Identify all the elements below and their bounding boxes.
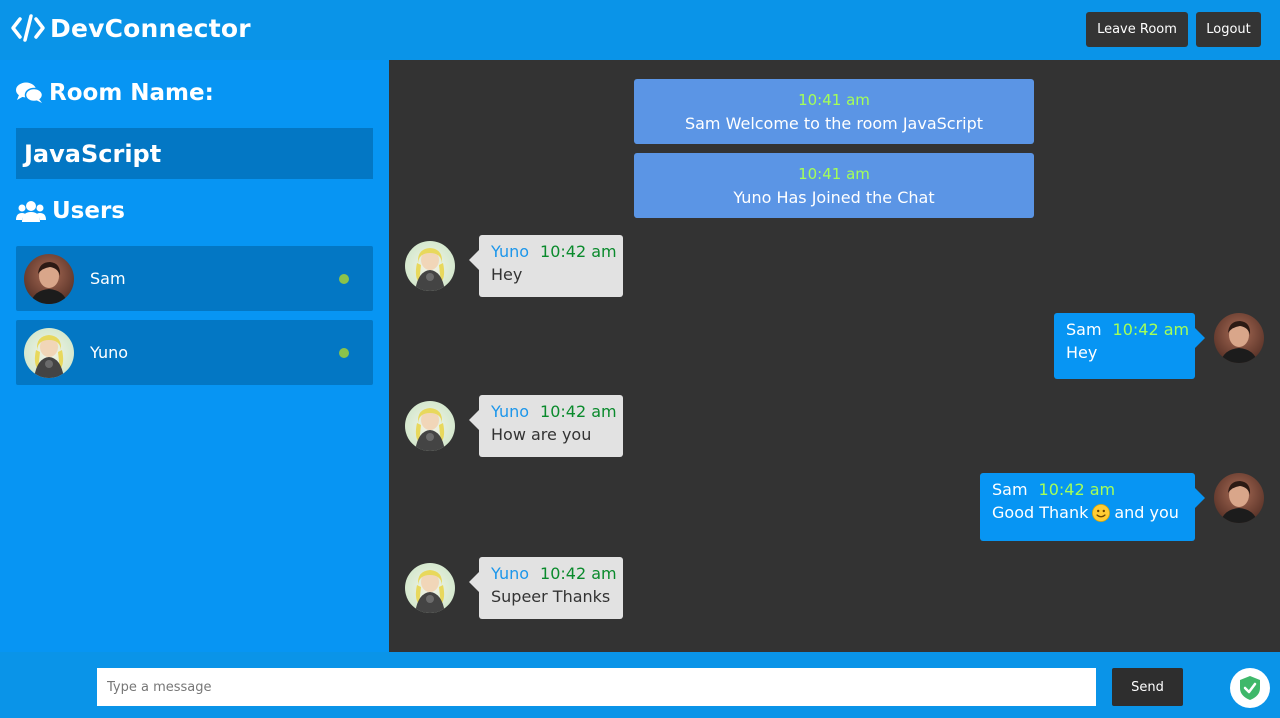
- top-navbar: DevConnector Leave Room Logout: [0, 0, 1280, 60]
- users-icon: [16, 201, 46, 222]
- app-title: DevConnector: [50, 13, 251, 43]
- message-text: Good Thank and you: [992, 503, 1183, 522]
- system-message: 10:41 am Sam Welcome to the room JavaScr…: [634, 79, 1034, 144]
- incoming-message: Yuno 10:42 am How are you: [469, 395, 623, 457]
- smiley-emoji-icon: [1092, 503, 1111, 522]
- leave-room-button[interactable]: Leave Room: [1086, 12, 1188, 47]
- message-sender: Sam: [992, 480, 1028, 499]
- room-sidebar: Room Name: JavaScript Users Sam Yuno: [0, 60, 389, 652]
- message-text: Hey: [1066, 343, 1098, 362]
- outgoing-message: Sam 10:42 am Good Thank and you: [980, 473, 1205, 541]
- shield-check-icon[interactable]: [1230, 668, 1270, 708]
- logout-button[interactable]: Logout: [1196, 12, 1261, 47]
- message-time: 10:42 am: [540, 402, 617, 421]
- users-heading-label: Users: [52, 198, 125, 224]
- user-list-item[interactable]: Sam: [16, 246, 373, 311]
- online-status-dot: [339, 274, 349, 284]
- avatar: [405, 563, 455, 613]
- avatar: [1214, 473, 1264, 523]
- user-name: Yuno: [90, 343, 129, 362]
- online-status-dot: [339, 348, 349, 358]
- message-text-part: Good Thank: [992, 503, 1089, 522]
- message-time: 10:42 am: [540, 242, 617, 261]
- avatar: [405, 401, 455, 451]
- code-icon: [11, 14, 45, 42]
- system-message-text: Sam Welcome to the room JavaScript: [684, 113, 984, 133]
- message-text: Supeer Thanks: [491, 587, 611, 606]
- room-name-value: JavaScript: [16, 128, 373, 179]
- system-message: 10:41 am Yuno Has Joined the Chat: [634, 153, 1034, 218]
- message-time: 10:42 am: [1038, 480, 1116, 499]
- avatar: [405, 241, 455, 291]
- message-time: 10:41 am: [798, 164, 870, 183]
- message-time: 10:42 am: [540, 564, 617, 583]
- incoming-message: Yuno 10:42 am Supeer Thanks: [469, 557, 623, 619]
- incoming-message: Yuno 10:42 am Hey: [469, 235, 623, 297]
- message-sender: Sam: [1066, 320, 1102, 339]
- comments-icon: [16, 82, 43, 103]
- message-text: Hey: [491, 265, 523, 284]
- avatar: [24, 254, 74, 304]
- app-logo[interactable]: DevConnector: [10, 10, 251, 46]
- avatar: [1214, 313, 1264, 363]
- message-time: 10:42 am: [1112, 320, 1190, 339]
- user-name: Sam: [90, 269, 126, 288]
- users-heading: Users: [16, 198, 125, 224]
- message-composer: Send: [0, 652, 1280, 718]
- user-list-item[interactable]: Yuno: [16, 320, 373, 385]
- message-input[interactable]: [97, 668, 1096, 706]
- message-time: 10:41 am: [798, 90, 870, 109]
- send-button[interactable]: Send: [1112, 668, 1183, 706]
- system-message-text: Yuno Has Joined the Chat: [733, 187, 935, 207]
- room-name-heading-label: Room Name:: [49, 80, 214, 106]
- message-text-part: and you: [1114, 503, 1179, 522]
- message-sender: Yuno: [491, 564, 530, 583]
- message-text: How are you: [491, 425, 592, 444]
- avatar: [24, 328, 74, 378]
- message-sender: Yuno: [491, 402, 530, 421]
- outgoing-message: Sam 10:42 am Hey: [1054, 313, 1205, 379]
- message-sender: Yuno: [491, 242, 530, 261]
- chat-messages-panel[interactable]: 10:41 am Sam Welcome to the room JavaScr…: [389, 60, 1280, 652]
- room-name-heading: Room Name:: [16, 80, 214, 106]
